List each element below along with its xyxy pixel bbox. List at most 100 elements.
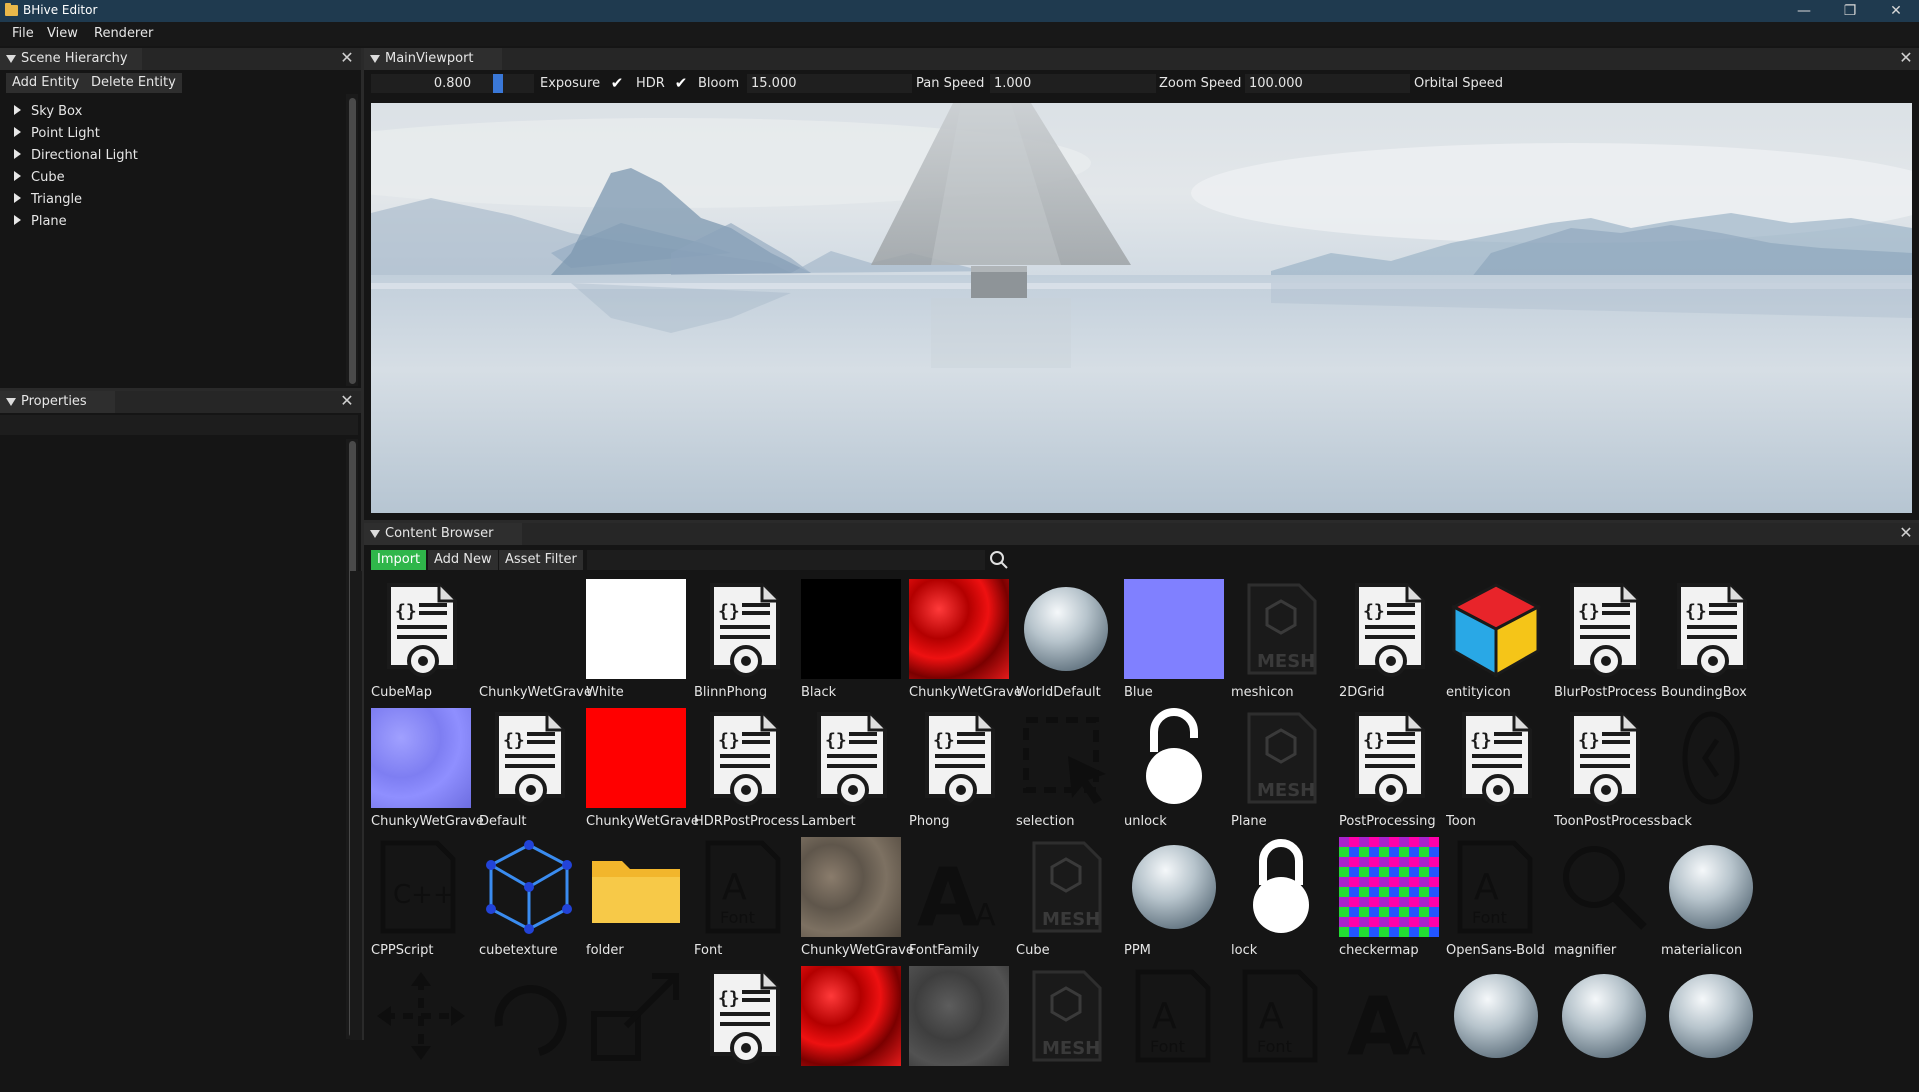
tab-properties[interactable]: Properties bbox=[0, 391, 115, 413]
asset-item[interactable]: C++ CPPScript bbox=[371, 837, 475, 963]
add-entity-button[interactable]: Add Entity bbox=[6, 73, 86, 93]
zoom-speed-input[interactable]: 1.000 bbox=[990, 74, 1156, 93]
exposure-slider-grab[interactable] bbox=[493, 74, 503, 93]
asset-item[interactable]: unlock bbox=[1124, 708, 1228, 834]
asset-item[interactable]: checkermap bbox=[1339, 837, 1443, 963]
menu-view[interactable]: View bbox=[47, 26, 78, 41]
close-icon[interactable]: ✕ bbox=[339, 393, 355, 409]
close-window-button[interactable]: ✕ bbox=[1873, 0, 1919, 22]
asset-item[interactable]: MESH Cube bbox=[1016, 837, 1120, 963]
entity-sky-box[interactable]: Sky Box bbox=[14, 104, 82, 122]
title-bar[interactable]: BHive Editor — ❐ ✕ bbox=[0, 0, 1919, 22]
asset-item[interactable]: MESH bbox=[1016, 966, 1120, 1092]
asset-item[interactable]: {} Lambert bbox=[801, 708, 905, 834]
asset-item[interactable] bbox=[801, 966, 905, 1092]
asset-item[interactable]: folder bbox=[586, 837, 690, 963]
asset-item[interactable]: MESH meshicon bbox=[1231, 579, 1335, 705]
add-new-button[interactable]: Add New bbox=[428, 550, 498, 570]
asset-item[interactable] bbox=[586, 966, 690, 1092]
asset-item[interactable]: cubetexture bbox=[479, 837, 583, 963]
expand-arrow-icon[interactable] bbox=[14, 127, 21, 137]
scene-viewport[interactable] bbox=[371, 103, 1912, 513]
pan-speed-input[interactable]: 15.000 bbox=[747, 74, 912, 93]
asset-item[interactable]: selection bbox=[1016, 708, 1120, 834]
close-icon[interactable]: ✕ bbox=[1898, 50, 1914, 66]
asset-item[interactable]: {} PostProcessing bbox=[1339, 708, 1443, 834]
asset-item[interactable]: {} Phong bbox=[909, 708, 1013, 834]
expand-arrow-icon[interactable] bbox=[14, 215, 21, 225]
collapse-triangle-icon[interactable] bbox=[6, 398, 16, 406]
asset-filter-button[interactable]: Asset Filter bbox=[499, 550, 583, 570]
asset-item[interactable]: Black bbox=[801, 579, 905, 705]
asset-item[interactable]: MESH Plane bbox=[1231, 708, 1335, 834]
scene-scrollbar[interactable] bbox=[349, 98, 356, 384]
search-icon[interactable] bbox=[989, 550, 1009, 570]
tab-scene-hierarchy[interactable]: Scene Hierarchy bbox=[0, 48, 142, 70]
asset-item[interactable]: {} HDRPostProcess bbox=[694, 708, 799, 834]
asset-item[interactable]: AA bbox=[1339, 966, 1443, 1092]
asset-item[interactable]: {} bbox=[694, 966, 798, 1092]
asset-item[interactable]: {} Toon bbox=[1446, 708, 1550, 834]
collapse-triangle-icon[interactable] bbox=[370, 530, 380, 538]
entity-point-light[interactable]: Point Light bbox=[14, 126, 100, 144]
close-icon[interactable]: ✕ bbox=[1898, 525, 1914, 541]
asset-item[interactable]: magnifier bbox=[1554, 837, 1658, 963]
asset-item[interactable]: PPM bbox=[1124, 837, 1228, 963]
delete-entity-button[interactable]: Delete Entity bbox=[85, 73, 182, 93]
asset-label: meshicon bbox=[1231, 685, 1294, 700]
asset-item[interactable] bbox=[909, 966, 1013, 1092]
asset-item[interactable] bbox=[1554, 966, 1658, 1092]
asset-item[interactable]: ChunkyWetGravel bbox=[371, 708, 483, 834]
asset-item[interactable] bbox=[1661, 966, 1765, 1092]
asset-item[interactable]: Blue bbox=[1124, 579, 1228, 705]
asset-item[interactable]: back bbox=[1661, 708, 1765, 834]
asset-item[interactable]: A Font bbox=[1124, 966, 1228, 1092]
expand-arrow-icon[interactable] bbox=[14, 193, 21, 203]
asset-item[interactable]: {} 2DGrid bbox=[1339, 579, 1443, 705]
minimize-button[interactable]: — bbox=[1781, 0, 1827, 22]
restore-button[interactable]: ❐ bbox=[1827, 0, 1873, 22]
asset-item[interactable]: lock bbox=[1231, 837, 1335, 963]
asset-search-input[interactable] bbox=[587, 550, 985, 570]
asset-item[interactable]: A Font OpenSans-Bold bbox=[1446, 837, 1550, 963]
asset-item[interactable]: White bbox=[586, 579, 690, 705]
collapse-triangle-icon[interactable] bbox=[370, 55, 380, 63]
asset-item[interactable]: A Font bbox=[1231, 966, 1335, 1092]
asset-item[interactable]: ChunkyWetGravel bbox=[586, 708, 698, 834]
asset-item[interactable]: ChunkyWetGravel bbox=[479, 579, 591, 705]
asset-item[interactable]: {} BlinnPhong bbox=[694, 579, 798, 705]
entity-plane[interactable]: Plane bbox=[14, 214, 67, 232]
bloom-checkbox[interactable]: ✔ bbox=[673, 75, 689, 91]
asset-item[interactable]: {} ToonPostProcess bbox=[1554, 708, 1660, 834]
entity-triangle[interactable]: Triangle bbox=[14, 192, 82, 210]
expand-arrow-icon[interactable] bbox=[14, 105, 21, 115]
asset-item[interactable]: A A FontFamily bbox=[909, 837, 1013, 963]
expand-arrow-icon[interactable] bbox=[14, 149, 21, 159]
close-icon[interactable]: ✕ bbox=[339, 50, 355, 66]
asset-item[interactable]: {} Default bbox=[479, 708, 583, 834]
hdr-checkbox[interactable]: ✔ bbox=[609, 75, 625, 91]
asset-item[interactable]: WorldDefault bbox=[1016, 579, 1120, 705]
collapse-triangle-icon[interactable] bbox=[6, 55, 16, 63]
asset-item[interactable]: {} BoundingBox bbox=[1661, 579, 1765, 705]
tab-main-viewport[interactable]: MainViewport bbox=[364, 48, 502, 70]
asset-item[interactable] bbox=[479, 966, 583, 1092]
entity-cube[interactable]: Cube bbox=[14, 170, 65, 188]
asset-item[interactable] bbox=[371, 966, 475, 1092]
exposure-slider[interactable]: 0.800 bbox=[371, 74, 534, 93]
import-button[interactable]: Import bbox=[371, 550, 427, 570]
asset-item[interactable]: A Font Font bbox=[694, 837, 798, 963]
expand-arrow-icon[interactable] bbox=[14, 171, 21, 181]
entity-directional-light[interactable]: Directional Light bbox=[14, 148, 138, 166]
orbital-speed-input[interactable]: 100.000 bbox=[1245, 74, 1410, 93]
menu-file[interactable]: File bbox=[12, 26, 34, 41]
asset-item[interactable]: entityicon bbox=[1446, 579, 1550, 705]
asset-item[interactable]: {} CubeMap bbox=[371, 579, 475, 705]
asset-item[interactable] bbox=[1446, 966, 1550, 1092]
tab-content-browser[interactable]: Content Browser bbox=[364, 523, 522, 545]
asset-item[interactable]: ChunkyWetGravel bbox=[909, 579, 1021, 705]
asset-item[interactable]: ChunkyWetGravel bbox=[801, 837, 913, 963]
menu-renderer[interactable]: Renderer bbox=[94, 26, 153, 41]
asset-item[interactable]: materialicon bbox=[1661, 837, 1765, 963]
asset-item[interactable]: {} BlurPostProcess bbox=[1554, 579, 1658, 705]
